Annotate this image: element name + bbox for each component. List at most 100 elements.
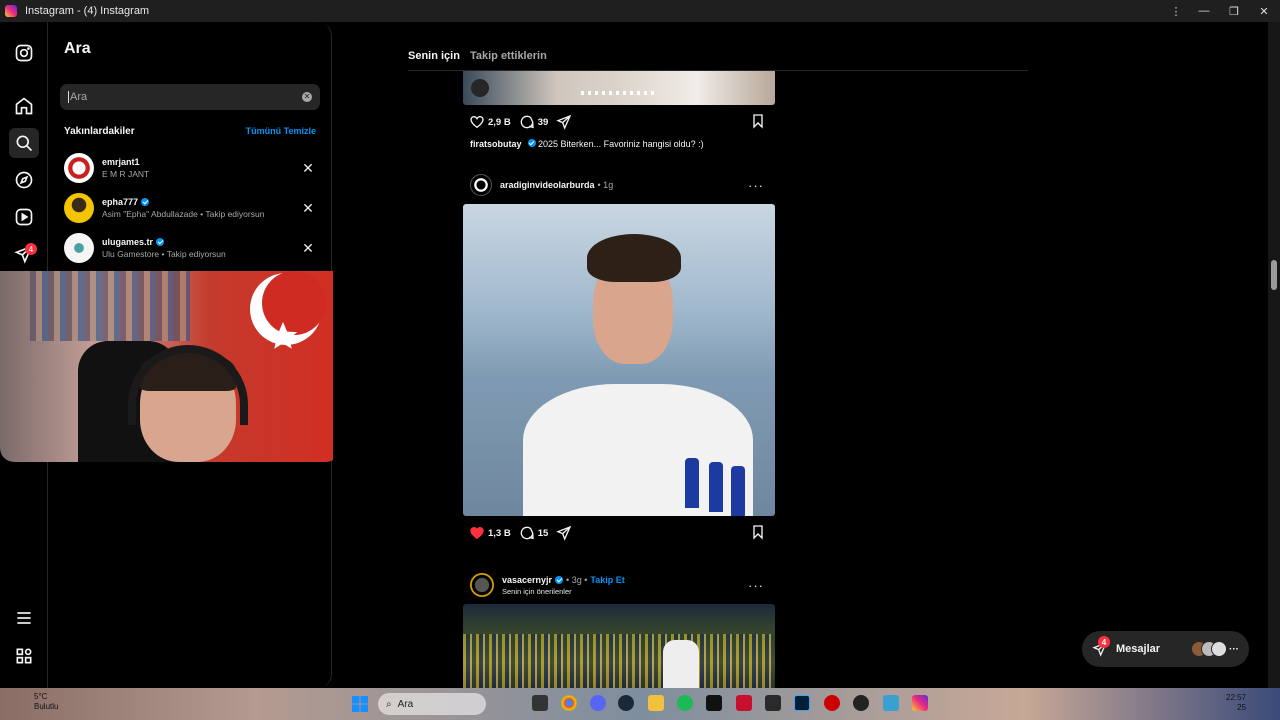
heart-filled-icon: [470, 526, 484, 540]
bookmark-icon: [753, 524, 763, 540]
more-options-icon[interactable]: ···: [748, 578, 764, 593]
scrollbar[interactable]: [1268, 22, 1280, 688]
more-options-icon[interactable]: ···: [748, 178, 764, 193]
webcam-overlay: [0, 271, 340, 462]
record-icon[interactable]: [824, 695, 840, 711]
close-button[interactable]: ✕: [1249, 0, 1279, 22]
reels-icon[interactable]: [9, 202, 39, 232]
notifications-badge: 4: [25, 243, 37, 255]
spotify-icon[interactable]: [677, 695, 693, 711]
remove-icon[interactable]: ✕: [300, 200, 316, 216]
like-button[interactable]: 1,3 B: [469, 525, 511, 541]
comment-button[interactable]: 15: [519, 525, 549, 541]
taskbar-clock[interactable]: 22:57 25: [1226, 693, 1246, 713]
comment-button[interactable]: 39: [519, 114, 549, 130]
photo-bottle: [731, 466, 745, 516]
avatar: [64, 153, 94, 183]
like-count: 2,9 B: [488, 116, 511, 128]
weather-widget[interactable]: 5°C Bulutlu: [12, 692, 58, 712]
messages-icon-wrap: 4: [1092, 636, 1116, 657]
recent-item[interactable]: emrjant1 E M R JANT ✕: [64, 151, 316, 185]
search-icon[interactable]: [9, 128, 39, 158]
app-icon[interactable]: [883, 695, 899, 711]
like-button[interactable]: 2,9 B: [469, 114, 511, 130]
file-explorer-icon[interactable]: [648, 695, 664, 711]
menu-icon[interactable]: [9, 603, 39, 633]
feed-tabs: Senin için Takip ettiklerin: [408, 50, 547, 62]
messages-icon[interactable]: 4: [9, 239, 39, 269]
post-username[interactable]: aradiginvideolarburda: [500, 180, 595, 190]
minimize-button[interactable]: —: [1189, 0, 1219, 22]
post-image[interactable]: [463, 604, 775, 688]
post-username[interactable]: vasacernyjr: [502, 575, 552, 585]
caption-username[interactable]: firatsobutay: [470, 139, 522, 149]
messages-badge: 4: [1098, 636, 1110, 648]
obs-icon[interactable]: [853, 695, 869, 711]
remove-icon[interactable]: ✕: [300, 240, 316, 256]
task-view-icon[interactable]: [532, 695, 548, 711]
verified-icon: [555, 575, 564, 584]
chrome-icon[interactable]: [561, 695, 577, 711]
taskbar-search[interactable]: ⌕ Ara: [378, 693, 486, 715]
maximize-button[interactable]: ❐: [1219, 0, 1249, 22]
post-image[interactable]: [463, 204, 775, 516]
instagram-taskbar-icon[interactable]: [912, 695, 928, 711]
post-header: vasacernyjr • 3g • Takip Et Senin için ö…: [470, 571, 770, 599]
bookmark-icon: [753, 113, 763, 129]
follow-button[interactable]: Takip Et: [590, 575, 624, 585]
app-icon[interactable]: [736, 695, 752, 711]
home-icon[interactable]: [9, 91, 39, 121]
flag-star-icon: [268, 321, 298, 349]
instagram-app-icon: [5, 5, 17, 17]
photo-player: [663, 640, 699, 688]
caption-text: 2025 Biterken... Favoriniz hangisi oldu?…: [538, 139, 704, 149]
also-from-meta-icon[interactable]: [9, 641, 39, 671]
messages-label: Mesajlar: [1116, 643, 1161, 655]
verified-icon: [156, 238, 165, 246]
explore-icon[interactable]: [9, 165, 39, 195]
search-input[interactable]: [68, 91, 302, 103]
share-button[interactable]: [556, 114, 575, 130]
instagram-logo-icon[interactable]: [9, 38, 39, 68]
search-box[interactable]: ✕: [60, 84, 320, 110]
avatar[interactable]: [470, 174, 492, 196]
avatar[interactable]: [470, 573, 494, 597]
save-button[interactable]: [750, 113, 769, 132]
recent-item[interactable]: epha777 Asim "Epha" Abdullazade • Takip …: [64, 191, 316, 225]
window-menu-button[interactable]: ⋮: [1161, 0, 1191, 22]
share-icon: [556, 114, 572, 130]
discord-icon[interactable]: [590, 695, 606, 711]
messages-button[interactable]: 4 Mesajlar ···: [1082, 631, 1249, 667]
steam-icon[interactable]: [618, 695, 634, 711]
like-count: 1,3 B: [488, 527, 511, 539]
scrollbar-thumb[interactable]: [1271, 260, 1277, 290]
window-title: Instagram - (4) Instagram: [25, 5, 150, 17]
clear-all-button[interactable]: Tümünü Temizle: [246, 126, 316, 137]
post-caption: firatsobutay 2025 Biterken... Favoriniz …: [470, 139, 704, 149]
save-button[interactable]: [750, 524, 769, 543]
photo-bottle: [685, 458, 699, 508]
tab-following[interactable]: Takip ettiklerin: [470, 50, 547, 62]
photo-bottle: [709, 462, 723, 512]
main-feed: Senin için Takip ettiklerin 2,9 B 39 fir…: [333, 22, 1267, 688]
post-image[interactable]: [463, 71, 775, 105]
remove-icon[interactable]: ✕: [300, 160, 316, 176]
epic-games-icon[interactable]: [765, 695, 781, 711]
verified-icon: [527, 139, 536, 147]
comment-count: 15: [537, 527, 549, 539]
photoshop-icon[interactable]: [794, 695, 810, 711]
tab-for-you[interactable]: Senin için: [408, 50, 460, 62]
comment-icon: [520, 115, 534, 129]
taskbar-search-icon: ⌕: [386, 698, 392, 710]
windows-start-icon[interactable]: [352, 696, 368, 712]
capcut-icon[interactable]: [706, 695, 722, 711]
recent-header: Yakınlardakiler Tümünü Temizle: [64, 126, 316, 137]
post-actions: 1,3 B 15: [469, 524, 769, 543]
taskbar-search-label: Ara: [397, 698, 414, 710]
tagged-users-icon[interactable]: [471, 79, 489, 97]
clock-date: 25: [1237, 703, 1247, 712]
comment-count: 39: [537, 116, 549, 128]
recent-item[interactable]: ulugames.tr Ulu Gamestore • Takip ediyor…: [64, 231, 316, 265]
share-button[interactable]: [556, 525, 575, 541]
clear-search-icon[interactable]: ✕: [302, 92, 312, 102]
